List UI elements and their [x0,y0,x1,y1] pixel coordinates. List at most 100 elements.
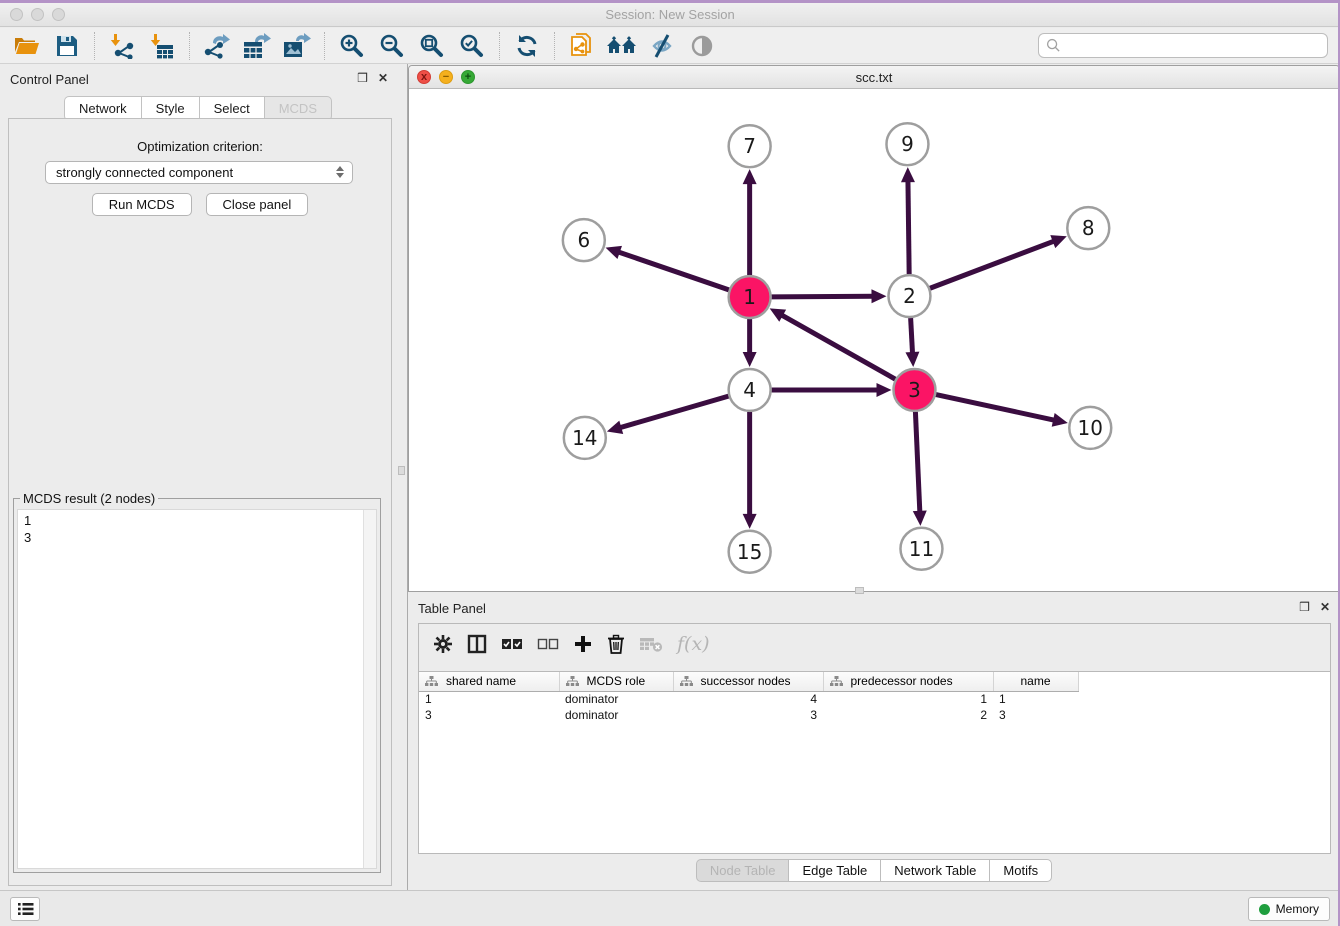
export-table-icon[interactable] [240,31,274,61]
zoom-in-icon[interactable] [335,31,369,61]
vertical-splitter[interactable] [396,64,408,890]
delete-column-icon[interactable] [607,634,625,654]
zoom-fit-icon[interactable] [415,31,449,61]
table-row[interactable]: 1dominator411 [419,691,1078,707]
arrowhead-3-10 [1052,413,1068,427]
optimization-criterion-label: Optimization criterion: [9,139,391,154]
edge-3-1[interactable] [780,314,895,379]
tab-network-table[interactable]: Network Table [880,859,989,882]
column-header-successor-nodes[interactable]: successor nodes [673,672,823,691]
dropdown-stepper-icon [336,166,344,178]
toggle-view-icon[interactable] [685,31,719,61]
network-graph[interactable]: 1234678910111415 [409,89,1339,591]
graph-node-label-10: 10 [1078,416,1103,440]
table-panel: Table Panel ❒ ✕ [408,597,1340,890]
close-panel-button[interactable]: Close panel [206,193,309,216]
zoom-selected-icon[interactable] [455,31,489,61]
splitter-handle[interactable] [398,466,405,475]
mcds-result-area[interactable]: 1 3 [17,509,377,869]
edge-2-8[interactable] [930,241,1056,289]
edge-4-14[interactable] [618,396,728,428]
network-window-titlebar[interactable]: x − + scc.txt [409,66,1339,89]
search-icon [1046,38,1061,53]
arrowhead-1-6 [606,246,622,259]
edge-3-10[interactable] [936,395,1056,421]
criterion-dropdown[interactable]: strongly connected component [45,161,353,184]
mcds-result-box: MCDS result (2 nodes) 1 3 [13,491,381,873]
zoom-out-icon[interactable] [375,31,409,61]
edge-1-6[interactable] [617,251,729,289]
graph-node-label-4: 4 [743,378,756,402]
graph-node-label-15: 15 [737,540,762,564]
table-toolbar: f(x) [419,624,1330,664]
import-network-icon[interactable] [105,31,139,61]
refresh-layout-icon[interactable] [510,31,544,61]
cell-successor-nodes: 4 [673,691,823,707]
nested-networks-icon[interactable] [605,31,639,61]
select-all-icon[interactable] [501,637,523,651]
column-header-predecessor-nodes[interactable]: predecessor nodes [823,672,993,691]
add-column-icon[interactable] [573,634,593,654]
horizontal-splitter-handle[interactable] [855,587,864,594]
graph-node-label-3: 3 [908,378,921,402]
clone-network-icon[interactable] [565,31,599,61]
graph-node-label-2: 2 [903,284,916,308]
column-type-icon [566,676,579,687]
mcds-tab-content: Optimization criterion: strongly connect… [8,118,392,886]
graph-node-label-11: 11 [909,537,934,561]
close-panel-icon[interactable]: ✕ [378,72,388,84]
arrowhead-2-9 [901,167,915,182]
hide-unhide-icon[interactable] [645,31,679,61]
cell-predecessor-nodes: 1 [823,691,993,707]
result-scrollbar[interactable] [363,510,376,868]
deselect-all-icon[interactable] [537,637,559,651]
edge-3-11[interactable] [915,412,919,514]
window-title: Session: New Session [0,7,1340,22]
float-table-panel-icon[interactable]: ❒ [1299,601,1310,613]
arrowhead-1-2 [871,289,886,303]
delete-table-icon[interactable] [639,636,663,652]
tab-edge-table[interactable]: Edge Table [788,859,880,882]
task-history-button[interactable] [10,897,40,921]
cell-shared-name: 3 [419,707,559,723]
toolbar-search[interactable] [1038,33,1328,58]
column-header-shared-name[interactable]: shared name [419,672,559,691]
arrowhead-1-4 [743,352,757,367]
export-network-icon[interactable] [200,31,234,61]
edge-1-2[interactable] [772,296,875,297]
network-canvas[interactable]: 1234678910111415 [409,89,1339,591]
arrowhead-4-3 [876,383,891,397]
edge-2-9[interactable] [908,179,909,274]
desktop-edge-top [0,0,1340,3]
export-image-icon[interactable] [280,31,314,61]
column-header-name[interactable]: name [993,672,1078,691]
save-session-icon[interactable] [50,31,84,61]
edge-2-3[interactable] [911,318,913,355]
arrowhead-1-7 [743,169,757,184]
float-panel-icon[interactable]: ❒ [357,72,368,84]
memory-button[interactable]: Memory [1248,897,1330,921]
column-type-icon [425,676,438,687]
open-file-icon[interactable] [10,31,44,61]
cell-predecessor-nodes: 2 [823,707,993,723]
column-selector-icon[interactable] [467,634,487,654]
run-mcds-button[interactable]: Run MCDS [92,193,192,216]
tab-motifs[interactable]: Motifs [989,859,1052,882]
table-tabs: Node TableEdge TableNetwork TableMotifs [408,859,1340,882]
arrowhead-3-11 [913,511,927,526]
window-titlebar: Session: New Session [0,3,1340,27]
cell-name: 1 [993,691,1078,707]
column-header-MCDS-role[interactable]: MCDS role [559,672,673,691]
cell-name: 3 [993,707,1078,723]
function-builder-icon[interactable]: f(x) [677,633,710,655]
table-panel-title: Table Panel [418,601,486,616]
control-panel-title: Control Panel [10,72,89,87]
column-type-icon [680,676,693,687]
list-icon [17,902,34,916]
search-input[interactable] [1061,35,1327,56]
close-table-panel-icon[interactable]: ✕ [1320,601,1330,613]
settings-gear-icon[interactable] [433,634,453,654]
tab-node-table[interactable]: Node Table [696,859,789,882]
import-table-icon[interactable] [145,31,179,61]
table-row[interactable]: 3dominator323 [419,707,1078,723]
